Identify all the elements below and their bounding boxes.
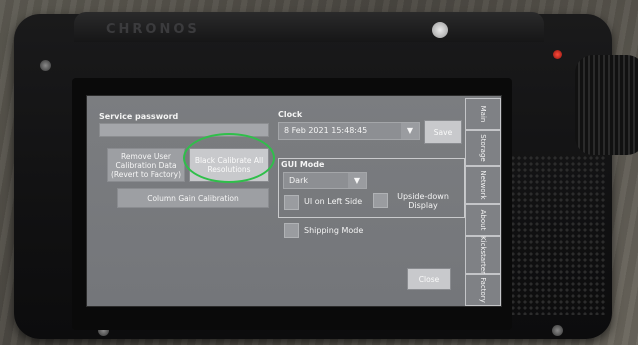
brand-label: CHRONOS [106, 22, 200, 37]
tab-label: Storage [479, 134, 487, 162]
tab-network[interactable]: Network [465, 166, 501, 204]
remove-calibration-button[interactable]: Remove User Calibration Data (Revert to … [107, 148, 185, 182]
tab-kickstarter[interactable]: Kickstarter [465, 236, 501, 274]
ui-left-side-checkbox[interactable] [284, 195, 299, 210]
save-button[interactable]: Save [424, 120, 462, 144]
clock-dropdown[interactable]: 8 Feb 2021 15:48:45 ▼ [278, 122, 420, 140]
clock-label: Clock [278, 110, 303, 119]
tab-label: Factory [479, 277, 487, 303]
chevron-down-icon: ▼ [348, 173, 366, 188]
service-password-label: Service password [99, 112, 179, 121]
tab-label: About [479, 209, 487, 231]
tab-label: Kickstarter [479, 236, 487, 274]
speaker-grille [510, 155, 605, 315]
gui-mode-dropdown[interactable]: Dark ▼ [283, 172, 367, 189]
service-screen: Service password Remove User Calibration… [86, 95, 502, 307]
column-gain-button[interactable]: Column Gain Calibration [117, 188, 269, 208]
upside-down-label: Upside-down Display [397, 192, 449, 210]
tab-about[interactable]: About [465, 204, 501, 236]
clock-value: 8 Feb 2021 15:48:45 [284, 126, 368, 135]
power-button[interactable] [432, 22, 448, 38]
side-tabs: Main Storage Network About Kickstarter F… [465, 96, 501, 306]
tab-factory[interactable]: Factory [465, 274, 501, 306]
tab-storage[interactable]: Storage [465, 130, 501, 166]
tab-main[interactable]: Main [465, 98, 501, 130]
highlight-circle [183, 133, 275, 183]
close-button[interactable]: Close [407, 268, 451, 290]
control-knob[interactable] [575, 55, 638, 155]
gui-mode-value: Dark [289, 176, 308, 185]
ui-left-side-label: UI on Left Side [304, 197, 363, 206]
tab-label: Main [479, 105, 487, 123]
upside-down-checkbox[interactable] [373, 193, 388, 208]
shipping-mode-label: Shipping Mode [304, 226, 364, 235]
screw [552, 325, 563, 336]
chevron-down-icon: ▼ [401, 123, 419, 139]
screw [40, 60, 51, 71]
shipping-mode-checkbox[interactable] [284, 223, 299, 238]
status-led [553, 50, 562, 59]
gui-mode-label: GUI Mode [281, 160, 325, 169]
tab-label: Network [479, 170, 487, 200]
